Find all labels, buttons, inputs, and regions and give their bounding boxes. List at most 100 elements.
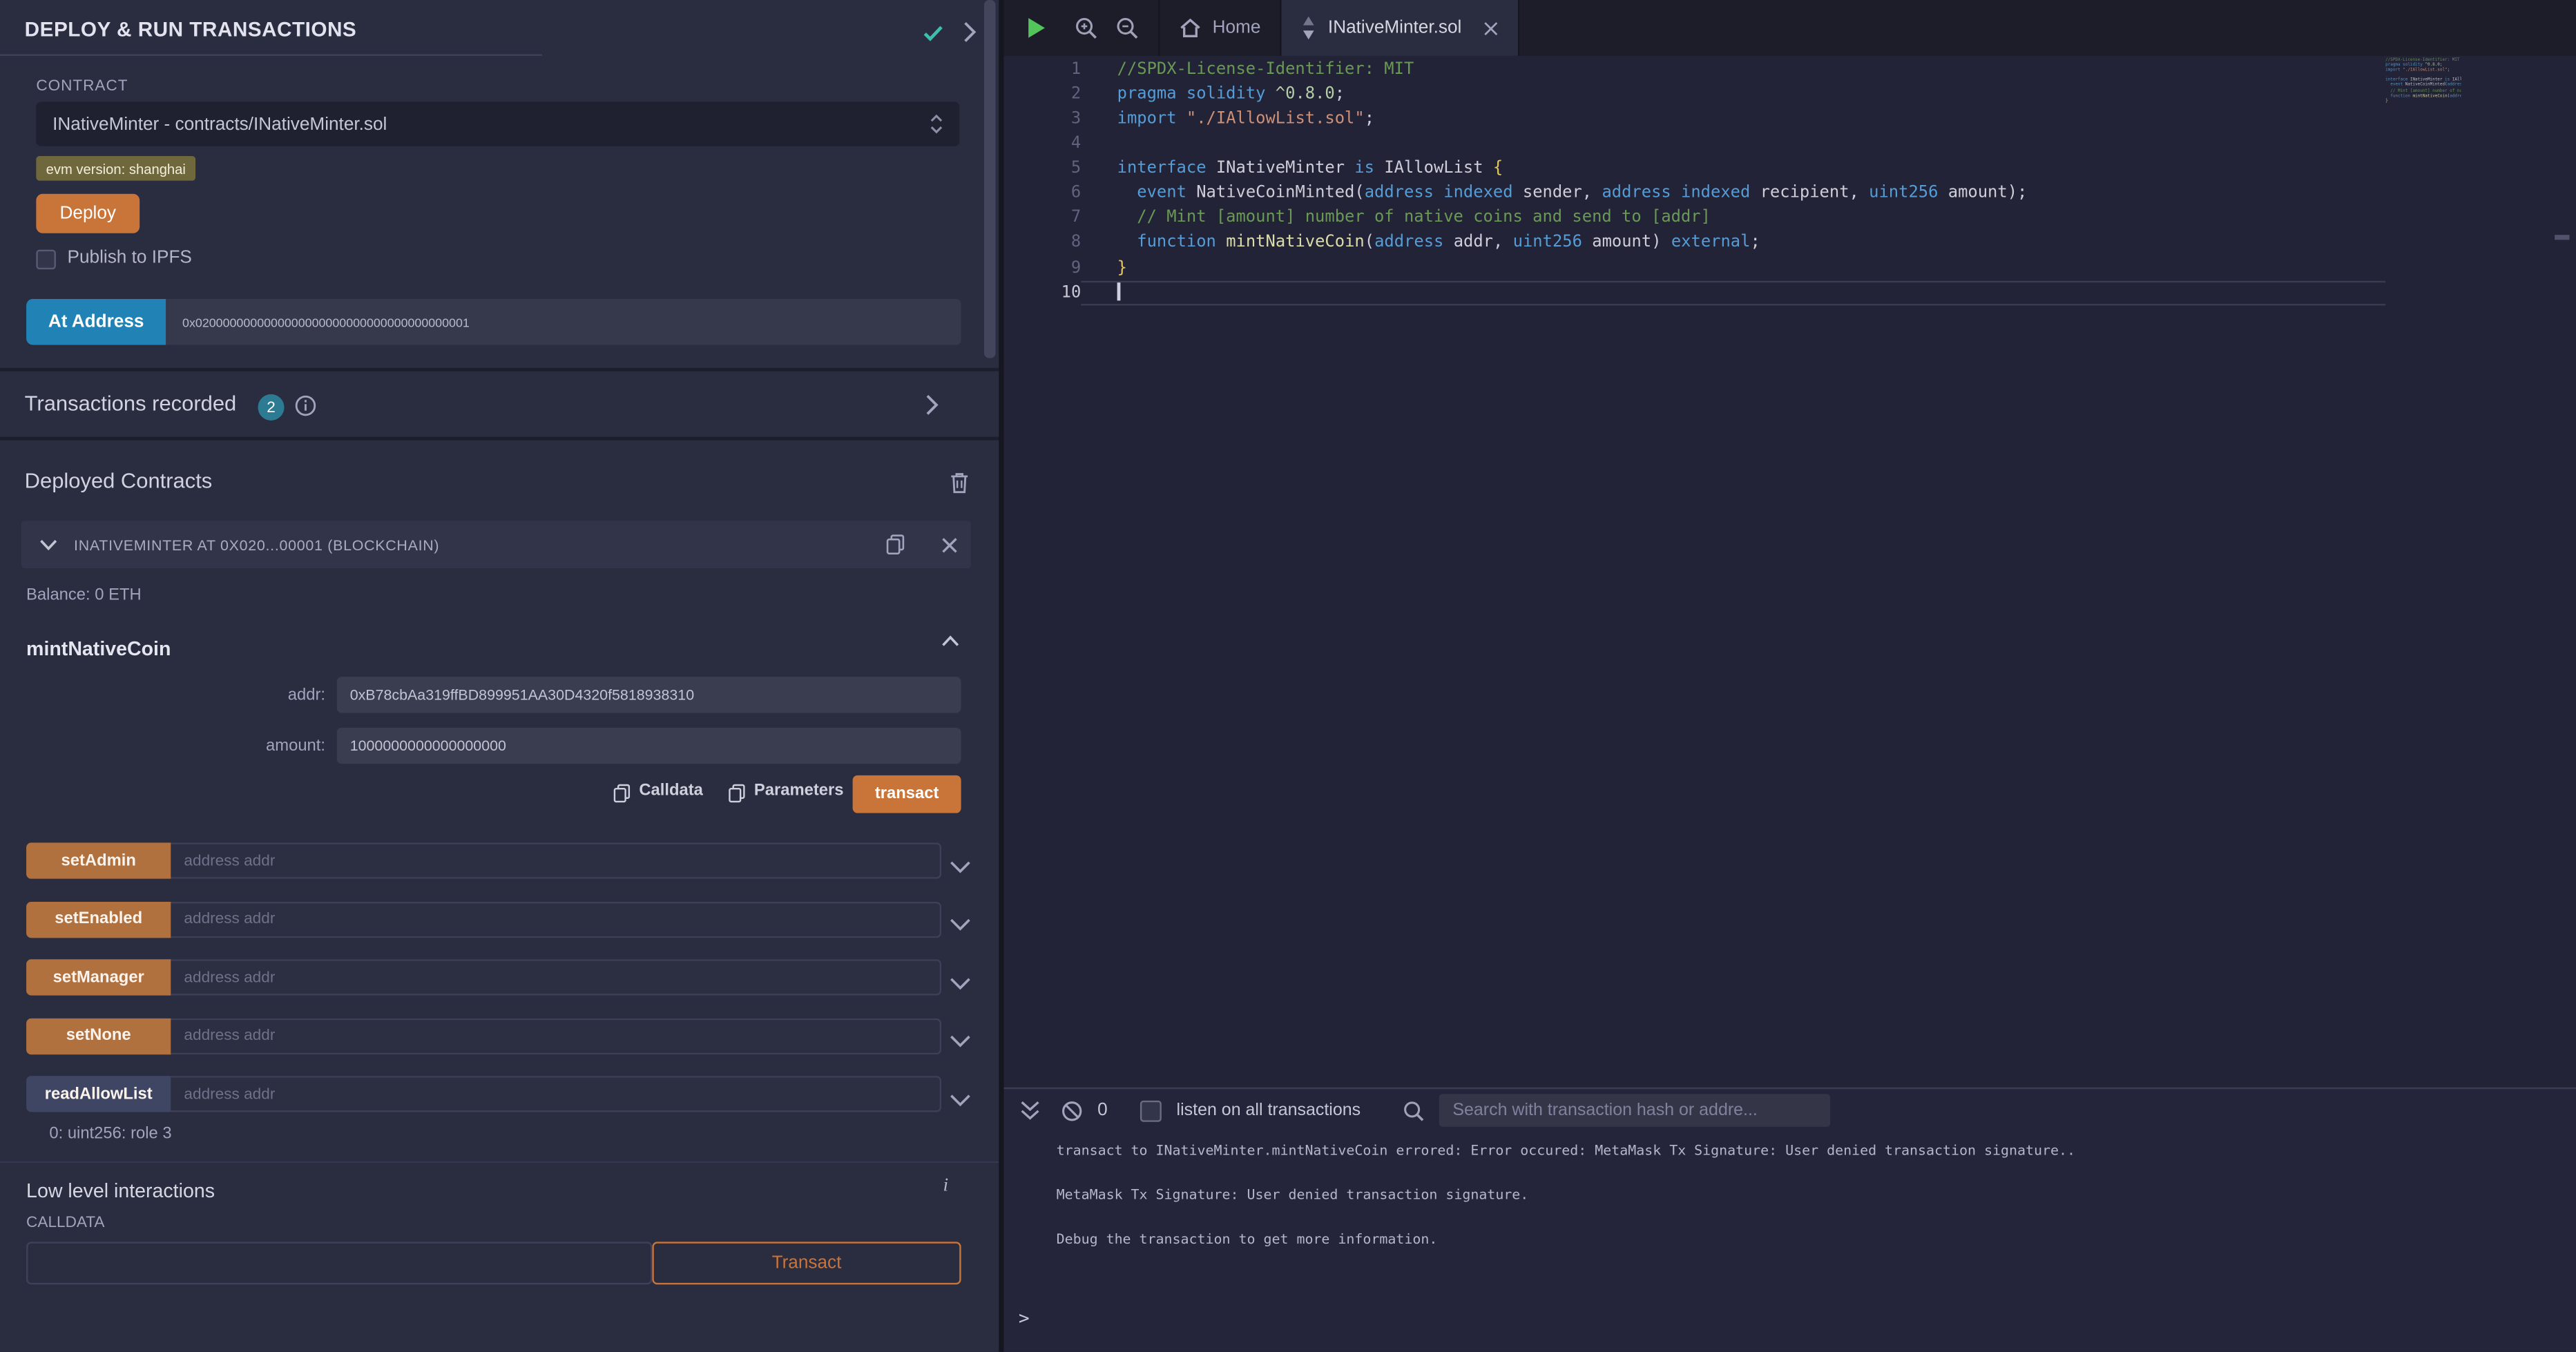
line-number: 5 xyxy=(1003,157,1081,182)
call-result: 0: uint256: role 3 xyxy=(49,1126,171,1143)
function-row-setNone: setNone xyxy=(26,1018,971,1054)
line-number: 9 xyxy=(1003,255,1081,280)
publish-ipfs-checkbox[interactable] xyxy=(36,250,56,270)
terminal-toolbar: 0 listen on all transactions xyxy=(1003,1089,2576,1132)
tab-inativeminter-sol[interactable]: INativeMinter.sol xyxy=(1282,0,1519,56)
function-button-setNone[interactable]: setNone xyxy=(26,1018,171,1054)
code-editor[interactable]: 1//SPDX-License-Identifier: MIT2pragma s… xyxy=(1003,56,2576,1088)
line-number: 7 xyxy=(1003,206,1081,231)
code-lines[interactable]: 1//SPDX-License-Identifier: MIT2pragma s… xyxy=(1003,56,2576,305)
code-line[interactable]: 2pragma solidity ^0.8.0; xyxy=(1003,82,2385,107)
panel-resize-handle[interactable] xyxy=(999,0,1003,1352)
transactions-recorded-label: Transactions recorded xyxy=(25,391,237,416)
transactions-count-badge: 2 xyxy=(258,394,284,421)
line-number: 1 xyxy=(1003,57,1081,82)
terminal-prompt[interactable]: > xyxy=(1019,1308,1030,1329)
zoom-in-icon[interactable] xyxy=(1075,17,1097,39)
code-line[interactable]: 9} xyxy=(1003,255,2385,280)
listen-all-transactions-label: listen on all transactions xyxy=(1177,1101,1361,1121)
param-input-addr[interactable] xyxy=(337,677,961,713)
terminal: 0 listen on all transactions transact to… xyxy=(1003,1088,2576,1352)
function-param-row: amount: xyxy=(0,728,999,764)
code-line[interactable]: 3import "./IAllowList.sol"; xyxy=(1003,107,2385,132)
play-icon[interactable] xyxy=(1027,17,1047,39)
chevron-down-icon[interactable] xyxy=(950,901,971,937)
chevron-right-icon[interactable] xyxy=(963,21,977,43)
log-line: MetaMask Tx Signature: User denied trans… xyxy=(1057,1184,2075,1204)
deploy-button[interactable]: Deploy xyxy=(36,194,140,233)
chevron-down-icon[interactable] xyxy=(39,538,57,551)
balance-label: Balance: 0 ETH xyxy=(26,586,142,604)
close-icon[interactable] xyxy=(1483,21,1497,35)
info-icon[interactable] xyxy=(294,394,317,417)
function-row-setAdmin: setAdmin xyxy=(26,842,971,878)
low-level-title: Low level interactions xyxy=(26,1179,215,1202)
function-input-readAllowList[interactable] xyxy=(171,1076,941,1112)
code-line[interactable]: 5interface INativeMinter is IAllowList { xyxy=(1003,157,2385,182)
minimap[interactable]: //SPDX-License-Identifier: MITpragma sol… xyxy=(2385,57,2461,108)
double-chevron-down-icon[interactable] xyxy=(1020,1101,1040,1121)
contract-select-value: INativeMinter - contracts/INativeMinter.… xyxy=(52,114,930,134)
deployed-contracts-title: Deployed Contracts xyxy=(25,468,213,493)
function-button-setEnabled[interactable]: setEnabled xyxy=(26,901,171,937)
zoom-out-icon[interactable] xyxy=(1115,17,1138,39)
function-row-readAllowList: readAllowList xyxy=(26,1076,971,1112)
function-input-setManager[interactable] xyxy=(171,959,941,995)
code-line[interactable]: 8 function mintNativeCoin(address addr, … xyxy=(1003,231,2385,255)
info-icon[interactable]: i xyxy=(943,1176,948,1196)
trash-icon[interactable] xyxy=(948,470,971,494)
publish-ipfs-label: Publish to IPFS xyxy=(68,248,192,268)
chevron-down-icon[interactable] xyxy=(950,1076,971,1112)
function-input-setEnabled[interactable] xyxy=(171,901,941,937)
chevron-up-icon[interactable] xyxy=(941,634,959,647)
calldata-input[interactable] xyxy=(26,1242,652,1284)
chevron-down-icon[interactable] xyxy=(950,1018,971,1054)
function-input-setAdmin[interactable] xyxy=(171,842,941,878)
minimap-line: } xyxy=(2385,98,2461,103)
function-params: addr: amount: xyxy=(0,677,999,778)
scrollbar-thumb[interactable] xyxy=(984,0,996,358)
parameters-copy-button[interactable]: Parameters xyxy=(754,782,844,800)
contract-card-header[interactable]: INATIVEMINTER AT 0X020...00001 (BLOCKCHA… xyxy=(21,521,971,568)
minimap-line: function mintNativeCoin(address addr, ui… xyxy=(2385,93,2461,98)
minimap-line: // Mint [amount] number of native coins … xyxy=(2385,88,2461,93)
at-address-input[interactable] xyxy=(166,299,961,345)
text-cursor xyxy=(1117,282,1120,300)
line-number: 6 xyxy=(1003,181,1081,206)
function-input-setNone[interactable] xyxy=(171,1018,941,1054)
chevron-right-icon[interactable] xyxy=(925,394,939,416)
transact-button[interactable]: transact xyxy=(853,775,961,813)
code-line[interactable]: 10 xyxy=(1003,280,2385,305)
expanded-function-name[interactable]: mintNativeCoin xyxy=(26,637,171,660)
code-line[interactable]: 4 xyxy=(1003,132,2385,157)
tab-home[interactable]: Home xyxy=(1158,0,1282,56)
listen-all-transactions-checkbox[interactable] xyxy=(1140,1100,1162,1121)
copy-icon[interactable] xyxy=(728,784,746,804)
function-list: setAdmin setEnabled setManager setNone readA… xyxy=(26,842,971,1134)
check-icon[interactable] xyxy=(922,21,945,44)
at-address-button[interactable]: At Address xyxy=(26,299,166,345)
close-icon[interactable] xyxy=(941,537,958,553)
calldata-copy-button[interactable]: Calldata xyxy=(639,782,703,800)
function-button-setAdmin[interactable]: setAdmin xyxy=(26,842,171,878)
function-button-readAllowList[interactable]: readAllowList xyxy=(26,1076,171,1112)
ban-icon[interactable] xyxy=(1061,1100,1083,1121)
param-input-amount[interactable] xyxy=(337,728,961,764)
terminal-logs: transact to INativeMinter.mintNativeCoin… xyxy=(1057,1140,2075,1273)
chevron-down-icon[interactable] xyxy=(950,842,971,878)
copy-icon[interactable] xyxy=(613,784,631,804)
chevron-down-icon[interactable] xyxy=(950,959,971,995)
terminal-search-input[interactable] xyxy=(1439,1094,1830,1127)
function-param-row: addr: xyxy=(0,677,999,713)
code-line[interactable]: 6 event NativeCoinMinted(address indexed… xyxy=(1003,181,2385,206)
function-button-setManager[interactable]: setManager xyxy=(26,959,171,995)
copy-icon[interactable] xyxy=(885,534,905,555)
remix-app: DEPLOY & RUN TRANSACTIONS CONTRACT INati… xyxy=(0,0,2576,1352)
line-number: 4 xyxy=(1003,132,1081,157)
contract-select[interactable]: INativeMinter - contracts/INativeMinter.… xyxy=(36,102,959,146)
code-line[interactable]: 7 // Mint [amount] number of native coin… xyxy=(1003,206,2385,231)
low-level-transact-button[interactable]: Transact xyxy=(652,1242,961,1284)
line-number: 10 xyxy=(1003,280,1081,305)
solidity-icon xyxy=(1302,17,1316,39)
code-line[interactable]: 1//SPDX-License-Identifier: MIT xyxy=(1003,57,2385,82)
